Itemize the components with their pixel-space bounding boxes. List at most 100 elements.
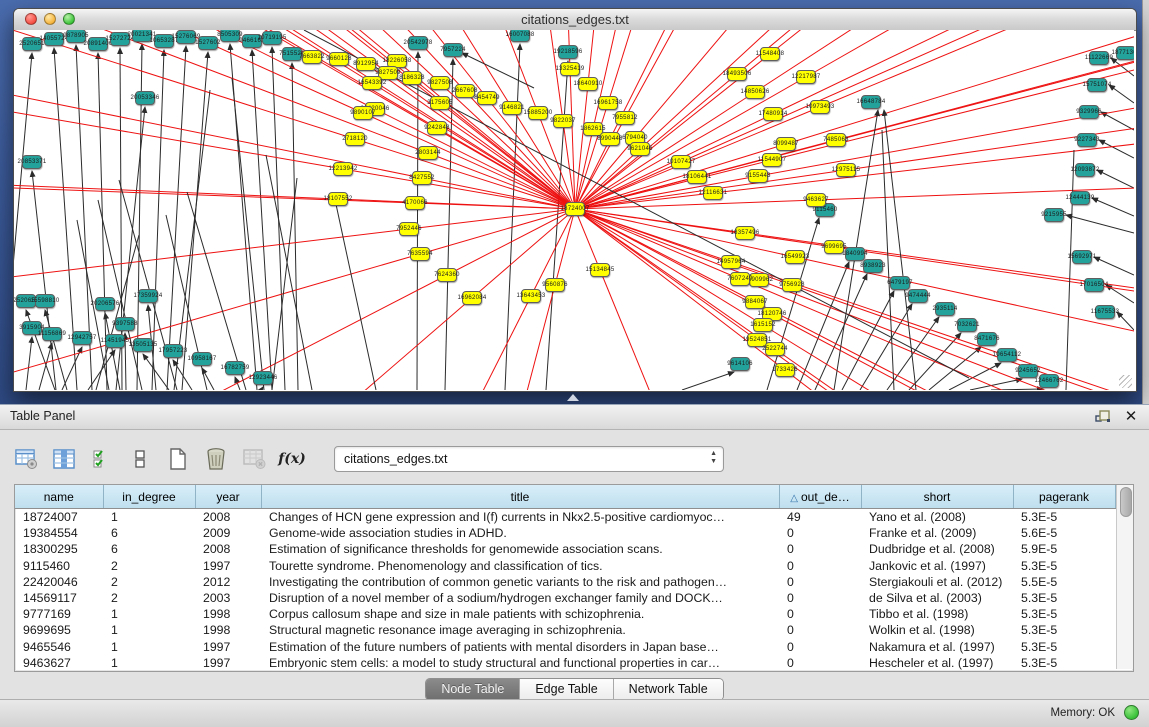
- graph-node[interactable]: [477, 91, 497, 105]
- graph-node[interactable]: [935, 302, 955, 316]
- table-cell[interactable]: 2008: [195, 541, 261, 557]
- graph-node[interactable]: [1095, 305, 1115, 319]
- graph-node[interactable]: [615, 111, 635, 125]
- graph-node[interactable]: [88, 37, 108, 51]
- table-row[interactable]: 1456911722003Disruption of a novel membe…: [15, 590, 1115, 606]
- table-cell[interactable]: 1997: [195, 655, 261, 671]
- graph-node[interactable]: [727, 67, 747, 81]
- graph-node[interactable]: [824, 240, 844, 254]
- table-cell[interactable]: 9699695: [15, 622, 103, 638]
- graph-node[interactable]: [220, 30, 240, 42]
- graph-node[interactable]: [44, 32, 64, 46]
- table-cell[interactable]: 0: [779, 574, 861, 590]
- resize-grip-icon[interactable]: [1119, 375, 1132, 388]
- graph-node[interactable]: [408, 36, 428, 50]
- table-cell[interactable]: 0: [779, 639, 861, 655]
- graph-node[interactable]: [329, 52, 349, 66]
- table-cell[interactable]: Estimation of significance thresholds fo…: [261, 541, 779, 557]
- graph-node[interactable]: [775, 363, 795, 377]
- graph-node[interactable]: [687, 170, 707, 184]
- table-cell[interactable]: 2003: [195, 590, 261, 606]
- graph-node[interactable]: [703, 186, 723, 200]
- graph-node[interactable]: [242, 34, 262, 48]
- table-cell[interactable]: 5.3E-5: [1013, 639, 1115, 655]
- graph-node[interactable]: [578, 77, 598, 91]
- graph-node[interactable]: [72, 331, 92, 345]
- table-row[interactable]: 946362711997Embryonic stem cells: a mode…: [15, 655, 1115, 671]
- graph-node[interactable]: [345, 132, 365, 146]
- table-cell[interactable]: 2008: [195, 509, 261, 526]
- graph-node[interactable]: [399, 222, 419, 236]
- graph-node[interactable]: [861, 95, 881, 109]
- table-cell[interactable]: 5.3E-5: [1013, 622, 1115, 638]
- graph-node[interactable]: [785, 250, 805, 264]
- table-row[interactable]: 1938455462009Genome-wide association stu…: [15, 525, 1115, 541]
- column-header-out_de[interactable]: △out_de…: [779, 485, 861, 509]
- graph-node[interactable]: [133, 338, 153, 352]
- delete-trash-button[interactable]: [204, 447, 228, 471]
- table-cell[interactable]: 1998: [195, 622, 261, 638]
- table-cell[interactable]: 2: [103, 590, 195, 606]
- graph-node[interactable]: [510, 30, 530, 42]
- table-cell[interactable]: 1: [103, 639, 195, 655]
- graph-node[interactable]: [1087, 78, 1107, 92]
- graph-node[interactable]: [412, 171, 432, 185]
- graph-node[interactable]: [845, 247, 865, 261]
- graph-node[interactable]: [730, 357, 750, 371]
- graph-node[interactable]: [1084, 278, 1104, 292]
- graph-node[interactable]: [135, 91, 155, 105]
- table-cell[interactable]: Jankovic et al. (1997): [861, 558, 1013, 574]
- graph-node[interactable]: [35, 294, 55, 308]
- graph-node[interactable]: [430, 96, 450, 110]
- graph-node[interactable]: [1116, 46, 1134, 60]
- column-header-in_degree[interactable]: in_degree: [103, 485, 195, 509]
- graph-node[interactable]: [671, 155, 691, 169]
- graph-node[interactable]: [763, 107, 783, 121]
- table-settings-button[interactable]: [14, 447, 38, 471]
- graph-node[interactable]: [42, 327, 62, 341]
- table-cell[interactable]: 0: [779, 558, 861, 574]
- graph-node[interactable]: [66, 30, 86, 43]
- graph-node[interactable]: [262, 31, 282, 45]
- table-cell[interactable]: Nakamura et al. (1997): [861, 639, 1013, 655]
- table-cell[interactable]: 9463627: [15, 655, 103, 671]
- table-cell[interactable]: Estimation of the future numbers of pati…: [261, 639, 779, 655]
- graph-node[interactable]: [16, 294, 36, 308]
- graph-node[interactable]: [863, 259, 883, 273]
- table-cell[interactable]: 6: [103, 541, 195, 557]
- graph-node[interactable]: [410, 247, 430, 261]
- table-cell[interactable]: 6: [103, 525, 195, 541]
- table-cell[interactable]: 0: [779, 655, 861, 671]
- graph-node[interactable]: [749, 273, 769, 287]
- row-height-button[interactable]: [128, 447, 152, 471]
- table-cell[interactable]: 2012: [195, 574, 261, 590]
- graph-node[interactable]: [22, 321, 42, 335]
- graph-node[interactable]: [521, 289, 541, 303]
- table-cell[interactable]: Stergiakouli et al. (2012): [861, 574, 1013, 590]
- close-panel-icon[interactable]: ✕: [1123, 408, 1139, 424]
- graph-node[interactable]: [132, 30, 152, 42]
- table-row[interactable]: 1830029562008Estimation of significance …: [15, 541, 1115, 557]
- graph-node[interactable]: [796, 70, 816, 84]
- table-scrollbar[interactable]: [1116, 485, 1133, 669]
- table-cell[interactable]: 1: [103, 509, 195, 526]
- graph-node[interactable]: [192, 352, 212, 366]
- graph-node[interactable]: [437, 268, 457, 282]
- graph-node[interactable]: [405, 196, 425, 210]
- network-window[interactable]: citations_edges.txt 25206511405572498789…: [13, 8, 1137, 392]
- graph-node[interactable]: [402, 71, 422, 85]
- graph-node[interactable]: [22, 37, 42, 51]
- table-row[interactable]: 946554611997Estimation of the future num…: [15, 639, 1115, 655]
- table-cell[interactable]: Franke et al. (2009): [861, 525, 1013, 541]
- graph-node[interactable]: [782, 278, 802, 292]
- graph-node[interactable]: [455, 84, 475, 98]
- graph-node[interactable]: [353, 106, 373, 120]
- graph-node[interactable]: [502, 101, 522, 115]
- column-checklist-button[interactable]: [90, 447, 114, 471]
- graph-node[interactable]: [105, 334, 125, 348]
- table-cell[interactable]: Hescheler et al. (1997): [861, 655, 1013, 671]
- window-titlebar[interactable]: citations_edges.txt: [14, 9, 1136, 31]
- column-header-short[interactable]: short: [861, 485, 1013, 509]
- graph-node[interactable]: [427, 121, 447, 135]
- graph-node[interactable]: [1018, 364, 1038, 378]
